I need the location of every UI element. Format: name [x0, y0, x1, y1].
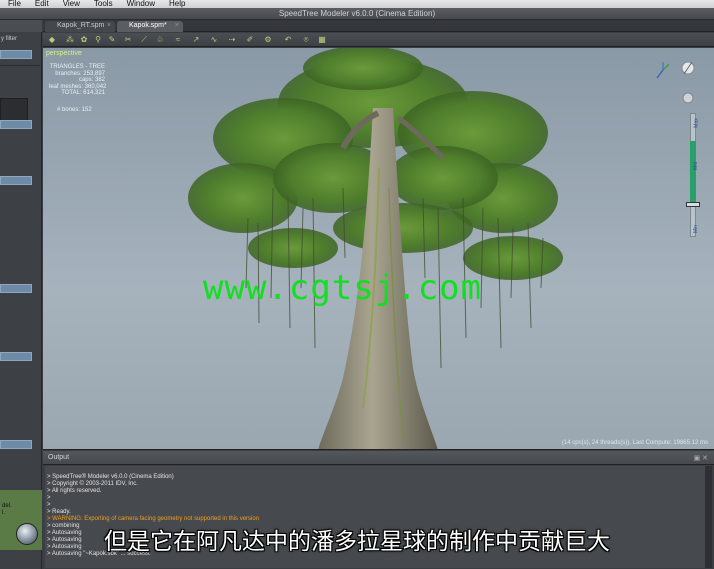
node-tool-icon[interactable]: ⁂	[65, 35, 75, 45]
tab-label: Kapok.spm*	[129, 22, 167, 29]
slider-mid-label: Mid	[692, 161, 699, 171]
log-line: > Copyright © 2003-2011 IDV, Inc.	[47, 481, 138, 487]
tree-render	[188, 48, 695, 449]
close-icon[interactable]: ×	[175, 22, 179, 29]
left-panel: y filter del. l.	[0, 20, 42, 569]
branch-arrow-icon[interactable]: ⇢	[227, 35, 237, 45]
panel-controls-icon[interactable]: ▣ ✕	[694, 454, 708, 462]
left-panel-row[interactable]	[0, 352, 32, 361]
menu-edit[interactable]: Edit	[35, 0, 49, 8]
grid-icon[interactable]: ▦	[317, 35, 327, 45]
video-subtitle: 但是它在阿凡达中的潘多拉星球的制作中贡献巨大	[104, 529, 610, 555]
log-line: > All rights reserved.	[47, 488, 102, 494]
divider	[0, 65, 40, 66]
left-panel-row[interactable]	[0, 50, 32, 59]
left-panel-row[interactable]	[0, 176, 32, 185]
window-title: SpeedTree Modeler v6.0.0 (Cinema Edition…	[278, 9, 436, 18]
paint-tool-icon[interactable]: ✐	[245, 35, 255, 45]
menu-view[interactable]: View	[63, 0, 80, 8]
viewport-label: perspective	[46, 50, 82, 57]
output-header: Output ▣ ✕	[43, 451, 714, 465]
axis-gizmo-icon[interactable]	[656, 62, 670, 79]
close-icon[interactable]: ×	[107, 22, 111, 29]
log-line: >	[47, 502, 51, 508]
spine-tool-icon[interactable]: ⟋	[139, 35, 149, 45]
log-line: > SpeedTree® Modeler v6.0.0 (Cinema Edit…	[47, 474, 174, 480]
gear-icon[interactable]: ⚙	[263, 35, 273, 45]
triangle-stats: TRIANGLES - TREE branches: 253,897 caps:…	[49, 64, 106, 97]
wind-tool-icon[interactable]: ≈	[173, 35, 183, 45]
prune-tool-icon[interactable]: ✂	[123, 35, 133, 45]
undo-icon[interactable]: ↶	[283, 35, 293, 45]
menu-bar: File Edit View Tools Window Help	[0, 0, 714, 8]
hand-icon[interactable]	[682, 92, 694, 104]
slider-max-label: Max	[693, 118, 700, 128]
tab-kapok-rt[interactable]: Kapok_RT.spm ×	[45, 21, 115, 32]
tab-kapok[interactable]: Kapok.spm* ×	[117, 21, 183, 32]
light-icon[interactable]	[681, 61, 695, 75]
stats-title: TRIANGLES - TREE	[49, 64, 105, 70]
watermark: www.cgtsj.com	[203, 268, 483, 308]
document-tab-bar: Kapok_RT.spm × Kapok.spm* ×	[43, 20, 714, 32]
curve-tool-icon[interactable]: ∿	[209, 35, 219, 45]
slider-min-label: Min	[692, 224, 699, 234]
bones-count: # bones: 152	[57, 107, 92, 113]
compute-status: (14 cps(s), 24 threads(s)), Last Compute…	[561, 440, 708, 446]
filter-label[interactable]: y filter	[0, 33, 42, 45]
title-bar: SpeedTree Modeler v6.0.0 (Cinema Edition…	[0, 8, 714, 20]
lod-slider-knob[interactable]	[686, 202, 700, 207]
log-line: >	[47, 495, 51, 501]
output-title: Output	[48, 454, 70, 461]
lod-slider-range	[690, 141, 696, 205]
select-tool-icon[interactable]: ◆	[47, 35, 57, 45]
menu-file[interactable]: File	[8, 0, 21, 8]
tab-label: Kapok_RT.spm	[57, 22, 105, 29]
toolbar: ◆ ⁂ ✿ ⚲ ✎ ✂ ⟋ ♧ ≈ ↗ ∿ ⇢ ✐ ⚙ ↶ ⌾ ▦	[43, 33, 714, 47]
menu-tools[interactable]: Tools	[94, 0, 113, 8]
app-window: File Edit View Tools Window Help SpeedTr…	[0, 0, 714, 569]
branch-tool-icon[interactable]: ⚲	[93, 35, 103, 45]
left-panel-row[interactable]	[0, 284, 32, 293]
arrow-tool-icon[interactable]: ↗	[191, 35, 201, 45]
left-panel-header	[0, 20, 42, 32]
pen-tool-icon[interactable]: ✎	[107, 35, 117, 45]
3d-viewport[interactable]: perspective TRIANGLES - TREE branches: 2…	[43, 48, 714, 450]
thumbnail-text: del. l.	[2, 503, 12, 516]
forest-tool-icon[interactable]: ♧	[155, 35, 165, 45]
leaf-tool-icon[interactable]: ✿	[79, 35, 89, 45]
log-line: > Ready.	[47, 509, 71, 515]
stats-row: TOTAL: 614,321	[61, 90, 105, 96]
menu-window[interactable]: Window	[127, 0, 155, 8]
menu-help[interactable]: Help	[169, 0, 185, 8]
camera-icon[interactable]: ⌾	[301, 35, 311, 45]
left-panel-row[interactable]	[0, 440, 32, 449]
left-panel-row[interactable]	[0, 120, 32, 129]
